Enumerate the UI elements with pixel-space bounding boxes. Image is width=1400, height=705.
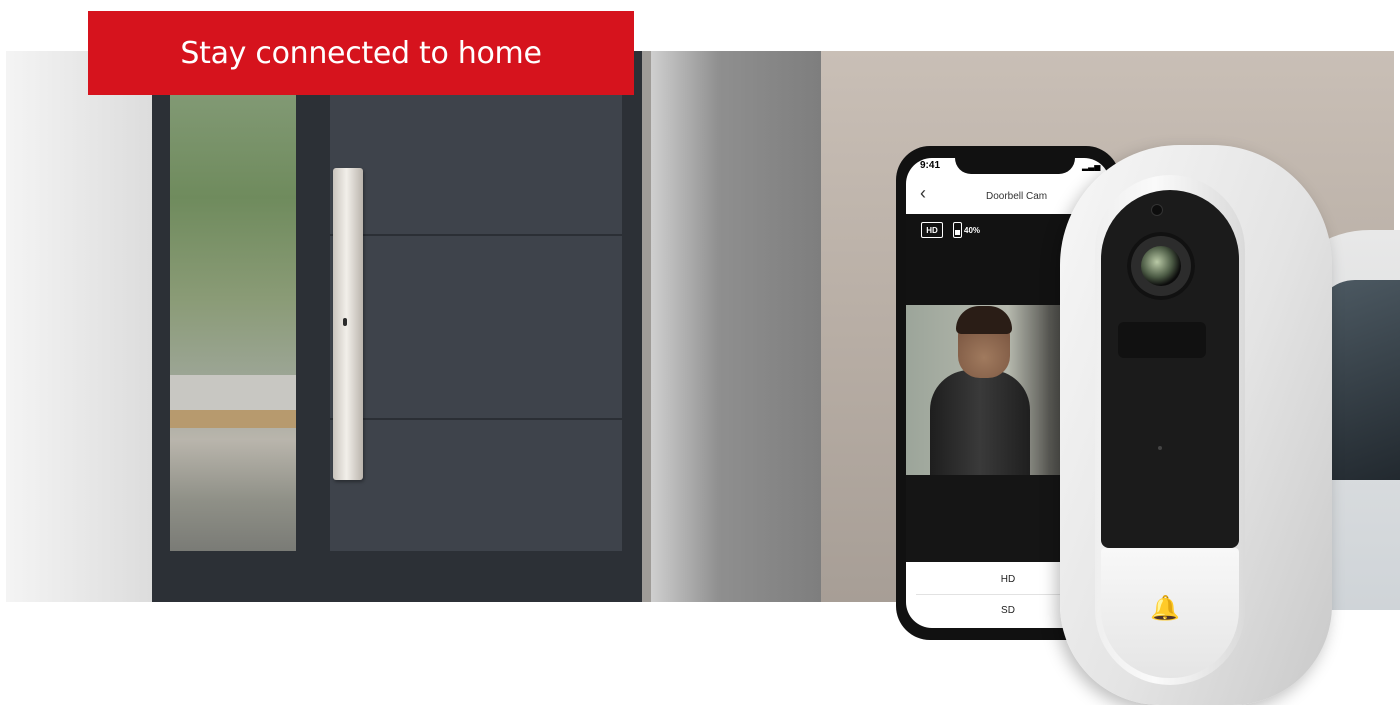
- window-curb-reflection: [170, 410, 296, 428]
- battery-percent: 40%: [964, 226, 981, 235]
- doorbell-light-sensor: [1152, 205, 1162, 215]
- signal-icon: ▂▃▅: [1082, 162, 1101, 171]
- front-door: [330, 46, 622, 551]
- window-street-reflection: [170, 375, 296, 415]
- headline-text: Stay connected to home: [180, 35, 542, 71]
- doorbell-motion-sensor: [1118, 322, 1206, 358]
- visitor-body: [930, 370, 1030, 475]
- doorbell-microphone: [1158, 446, 1162, 450]
- battery-level-fill: [955, 230, 960, 235]
- status-time: 9:41: [920, 160, 941, 171]
- side-window: [170, 46, 296, 551]
- plaster-pillar: [651, 51, 821, 602]
- phone-notch: [955, 150, 1075, 174]
- nav-title: Doorbell Cam: [986, 191, 1048, 202]
- quality-badge: HD: [921, 222, 943, 238]
- left-wall: [6, 51, 156, 602]
- bell-icon: 🔔: [1150, 595, 1180, 622]
- door-handle: [333, 168, 363, 480]
- headline-banner: Stay connected to home: [88, 11, 634, 95]
- door-panel-line: [330, 418, 622, 420]
- door-lock: [343, 318, 347, 326]
- door-panel-line: [330, 234, 622, 236]
- doorbell-lens: [1141, 246, 1181, 286]
- chevron-left-icon[interactable]: ‹: [920, 184, 926, 202]
